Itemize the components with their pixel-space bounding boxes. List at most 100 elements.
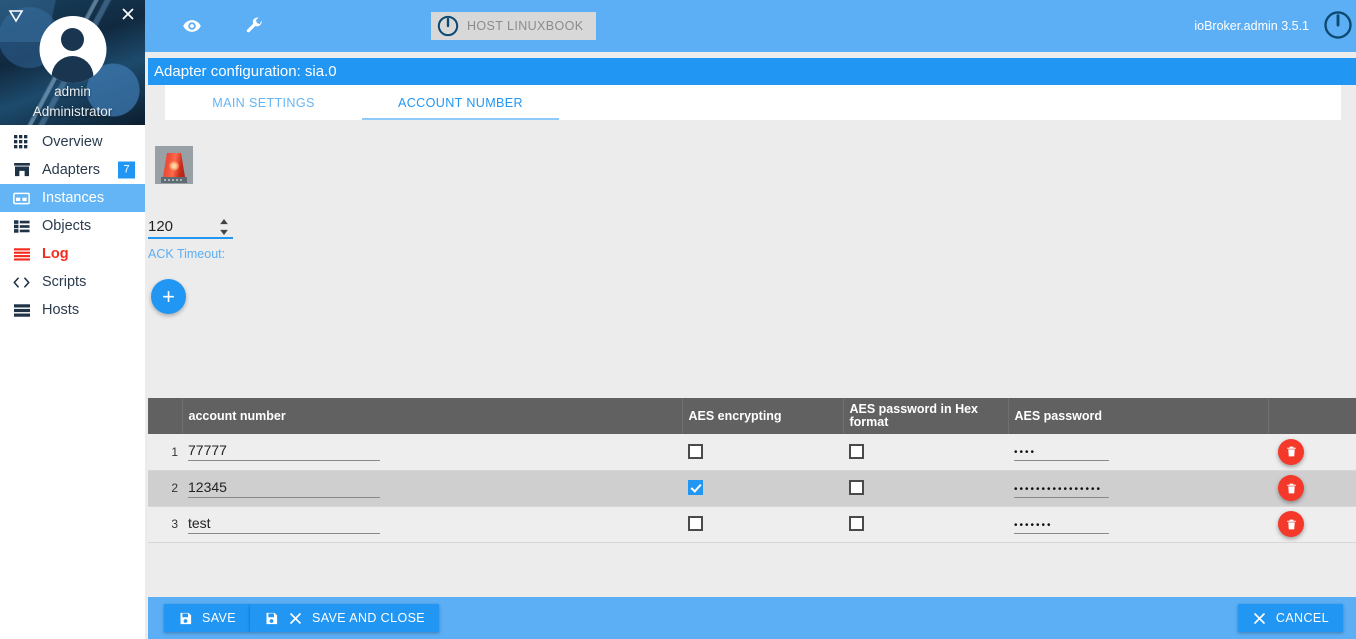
aes-password-input[interactable] bbox=[1014, 517, 1109, 534]
floppy-icon bbox=[264, 611, 279, 626]
host-selector-button[interactable]: HOST LINUXBOOK bbox=[431, 12, 596, 40]
grid-icon bbox=[12, 134, 31, 150]
wrench-icon[interactable] bbox=[237, 9, 271, 43]
cell-aes-hex bbox=[843, 434, 1008, 471]
row-number: 1 bbox=[148, 434, 182, 471]
cell-account-number bbox=[182, 470, 682, 507]
toolbar-icon-group bbox=[175, 0, 299, 52]
profile-role: Administrator bbox=[32, 104, 113, 119]
cancel-button[interactable]: CANCEL bbox=[1237, 604, 1343, 632]
sidebar: admin Administrator Overview Adapters 7 Ins… bbox=[0, 0, 145, 639]
cell-aes-hex bbox=[843, 506, 1008, 543]
aes-encrypting-checkbox[interactable] bbox=[688, 444, 703, 460]
col-aes-password: AES password bbox=[1008, 398, 1269, 434]
store-icon bbox=[12, 162, 31, 178]
account-number-input[interactable] bbox=[188, 514, 380, 534]
sidebar-item-overview[interactable]: Overview bbox=[0, 128, 145, 156]
ack-timeout-input[interactable] bbox=[148, 218, 208, 235]
table-row: 1 bbox=[148, 434, 1356, 471]
cancel-button-label: CANCEL bbox=[1275, 611, 1329, 625]
avatar[interactable] bbox=[39, 16, 106, 83]
tab-label: MAIN SETTINGS bbox=[212, 95, 315, 110]
lines-icon bbox=[12, 246, 31, 262]
ack-timeout-input-row bbox=[148, 216, 233, 239]
aes-encrypting-checkbox[interactable] bbox=[688, 480, 703, 496]
add-account-button[interactable]: + bbox=[151, 279, 186, 314]
spinner-updown-icon[interactable] bbox=[219, 219, 229, 235]
col-aes-hex: AES password in Hex format bbox=[843, 398, 1009, 434]
aes-password-input[interactable] bbox=[1014, 445, 1109, 462]
table-header-row: account number AES encrypting AES passwo… bbox=[148, 398, 1356, 434]
page-title: Adapter configuration: sia.0 bbox=[148, 58, 1356, 85]
col-actions bbox=[1268, 398, 1356, 434]
aes-encrypting-checkbox[interactable] bbox=[688, 516, 703, 532]
action-bar: SAVE SAVE AND CLOSE CANCEL bbox=[148, 597, 1356, 639]
close-icon[interactable] bbox=[119, 5, 137, 23]
app-version-label: ioBroker.admin 3.5.1 bbox=[1194, 19, 1309, 33]
avatar-head bbox=[61, 28, 84, 51]
table-row: 3 bbox=[148, 506, 1356, 543]
siren-graphic bbox=[161, 153, 187, 183]
cell-actions bbox=[1268, 434, 1356, 471]
floppy-icon bbox=[178, 611, 193, 626]
delete-row-button[interactable] bbox=[1278, 475, 1304, 501]
siren-icon bbox=[155, 146, 193, 184]
tab-bar: MAIN SETTINGS ACCOUNT NUMBER bbox=[165, 85, 1341, 120]
sidebar-item-label: Scripts bbox=[42, 274, 87, 290]
siren-base bbox=[161, 177, 187, 183]
ack-timeout-field: ACK Timeout: bbox=[148, 216, 233, 261]
close-icon bbox=[1252, 611, 1267, 626]
sidebar-item-objects[interactable]: Objects bbox=[0, 212, 145, 240]
ack-timeout-label: ACK Timeout: bbox=[148, 247, 226, 261]
eye-icon[interactable] bbox=[175, 9, 209, 43]
sidebar-item-log[interactable]: Log bbox=[0, 240, 145, 268]
profile-username: admin bbox=[54, 84, 91, 99]
profile-header: admin Administrator bbox=[0, 0, 145, 125]
table-body: 123 bbox=[148, 434, 1356, 543]
accounts-table: account number AES encrypting AES passwo… bbox=[148, 398, 1356, 543]
save-button[interactable]: SAVE bbox=[164, 604, 251, 632]
triangle-down-icon[interactable] bbox=[7, 7, 25, 25]
sidebar-item-adapters[interactable]: Adapters 7 bbox=[0, 156, 145, 184]
save-button-label: SAVE bbox=[202, 611, 237, 625]
aes-hex-checkbox[interactable] bbox=[849, 480, 864, 496]
cell-aes-password bbox=[1008, 506, 1268, 543]
aes-password-input[interactable] bbox=[1014, 481, 1109, 498]
card-icon bbox=[12, 190, 31, 206]
cell-aes-encrypting bbox=[682, 434, 843, 471]
aes-hex-checkbox[interactable] bbox=[849, 516, 864, 532]
tab-main-settings[interactable]: MAIN SETTINGS bbox=[165, 85, 362, 120]
account-number-input[interactable] bbox=[188, 478, 380, 498]
tab-label: ACCOUNT NUMBER bbox=[397, 95, 523, 110]
code-icon bbox=[12, 274, 31, 290]
save-and-close-button[interactable]: SAVE AND CLOSE bbox=[250, 604, 440, 632]
account-number-input[interactable] bbox=[188, 442, 380, 462]
sidebar-item-scripts[interactable]: Scripts bbox=[0, 268, 145, 296]
cell-aes-password bbox=[1008, 470, 1268, 507]
table-row: 2 bbox=[148, 470, 1356, 507]
sidebar-item-label: Hosts bbox=[42, 302, 80, 318]
col-rownum bbox=[148, 398, 183, 434]
sidebar-item-badge: 7 bbox=[118, 161, 135, 179]
host-button-label: HOST LINUXBOOK bbox=[467, 19, 584, 33]
table-header: account number AES encrypting AES passwo… bbox=[148, 398, 1356, 434]
power-icon[interactable] bbox=[1323, 10, 1353, 40]
cell-account-number bbox=[182, 506, 682, 543]
col-aes-encrypting: AES encrypting bbox=[682, 398, 844, 434]
cell-actions bbox=[1268, 470, 1356, 507]
top-toolbar: HOST LINUXBOOK ioBroker.admin 3.5.1 bbox=[145, 0, 1356, 52]
delete-row-button[interactable] bbox=[1278, 511, 1304, 537]
power-icon bbox=[437, 15, 459, 37]
sidebar-item-instances[interactable]: Instances bbox=[0, 184, 145, 212]
cell-aes-hex bbox=[843, 470, 1008, 507]
cell-account-number bbox=[182, 434, 682, 471]
server-icon bbox=[12, 302, 31, 318]
sidebar-item-label: Adapters bbox=[42, 162, 101, 178]
close-icon bbox=[288, 611, 303, 626]
save-and-close-button-label: SAVE AND CLOSE bbox=[312, 611, 426, 625]
sidebar-item-label: Overview bbox=[42, 134, 103, 150]
sidebar-item-hosts[interactable]: Hosts bbox=[0, 296, 145, 324]
tab-account-number[interactable]: ACCOUNT NUMBER bbox=[362, 85, 559, 120]
aes-hex-checkbox[interactable] bbox=[849, 444, 864, 460]
delete-row-button[interactable] bbox=[1278, 438, 1304, 465]
